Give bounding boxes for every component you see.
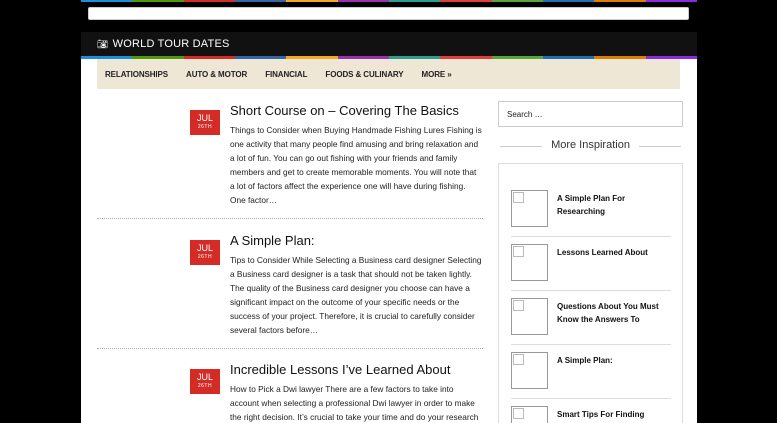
more-inspiration-heading: More Inspiration [498,139,683,151]
site-title[interactable]: 📷︎ WORLD TOUR DATES [97,38,230,50]
post-excerpt: How to Pick a Dwi lawyer There are a few… [230,384,479,422]
sidebar-divider [511,344,671,345]
camera-icon: 📷︎ [97,38,109,49]
thumbnail-image[interactable] [511,244,548,281]
post-divider [97,348,483,349]
date-day: 26TH [197,124,213,130]
post-title[interactable]: A Simple Plan: [230,233,315,248]
post-title[interactable]: Incredible Lessons I’ve Learned About [230,362,450,377]
date-badge: JUL 26TH [190,110,220,135]
thumbnail-image[interactable] [511,352,548,389]
inspiration-item-title[interactable]: Smart Tips For Finding [557,408,672,421]
date-day: 26TH [197,254,213,260]
top-bar [81,2,697,26]
post-excerpt: Tips to Consider While Selecting a Busin… [230,255,482,335]
search-placeholder: Search … [507,110,543,119]
date-month: JUL [196,372,213,382]
thumbnail-image[interactable] [511,298,548,335]
inspiration-item-title[interactable]: A Simple Plan: [557,354,672,367]
nav-item-relationships[interactable]: RELATIONSHIPS [105,70,168,79]
thumbnail-image[interactable] [511,406,548,423]
main-content: RELATIONSHIPS AUTO & MOTOR FINANCIAL FOO… [81,59,697,423]
nav-item-foods-culinary[interactable]: FOODS & CULINARY [325,70,403,79]
inspiration-list: A Simple Plan For Researching Lessons Le… [498,163,683,423]
post-title[interactable]: Short Course on – Covering The Basics [230,103,459,118]
site-title-text: WORLD TOUR DATES [112,38,230,50]
thumbnail-image[interactable] [511,190,548,227]
post-divider [97,218,483,219]
page: 📷︎ WORLD TOUR DATES RELATIONSHIPS AUTO &… [0,0,777,423]
date-badge: JUL 26TH [190,369,220,394]
site-header: 📷︎ WORLD TOUR DATES [81,32,697,56]
top-search-field[interactable] [88,7,689,20]
inspiration-item-title[interactable]: Questions About You Must Know the Answer… [557,300,672,326]
date-month: JUL [196,243,213,253]
sidebar-search-input[interactable]: Search … [498,101,683,127]
sidebar-divider [511,290,671,291]
post-excerpt: Things to Consider when Buying Handmade … [230,125,482,205]
main-nav: RELATIONSHIPS AUTO & MOTOR FINANCIAL FOO… [97,59,680,89]
inspiration-item-title[interactable]: A Simple Plan For Researching [557,192,672,218]
date-badge: JUL 26TH [190,240,220,265]
nav-item-auto-motor[interactable]: AUTO & MOTOR [186,70,247,79]
date-day: 26TH [197,383,213,389]
nav-item-more[interactable]: MORE » [422,70,452,79]
inspiration-item-title[interactable]: Lessons Learned About [557,246,672,259]
sidebar-divider [511,398,671,399]
nav-item-financial[interactable]: FINANCIAL [265,70,307,79]
date-month: JUL [196,113,213,123]
sidebar-divider [511,236,671,237]
